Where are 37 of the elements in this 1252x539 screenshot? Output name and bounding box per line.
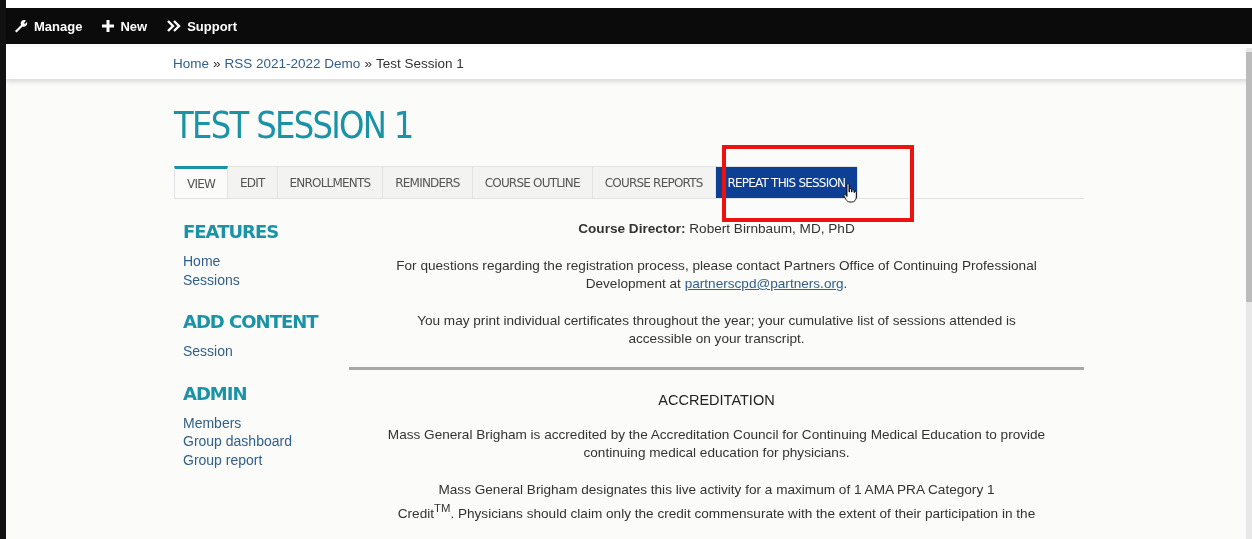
breadcrumb-link[interactable]: Home (173, 55, 209, 71)
sidebar-link[interactable]: Members (183, 413, 313, 432)
tab[interactable]: COURSE REPORTS (592, 166, 716, 198)
hand-cursor-icon (843, 183, 857, 203)
paragraph: You may print individual certificates throughout the year; your cumulative list of sessions attended is accessible on your transcript. (417, 311, 1016, 348)
email-link[interactable]: partnerscpd@partners.org (684, 276, 844, 291)
breadcrumb-text: » (213, 55, 221, 71)
breadcrumb-link[interactable]: RSS 2021-2022 Demo (224, 55, 361, 71)
sidebar-heading: FEATURES (183, 221, 279, 242)
paragraph: Mass General Brigham is accredited by the Accreditation Council for Continuing Medical Education to provide continuing medical education for physicians. (387, 425, 1046, 462)
sidebar-link[interactable]: Session (183, 342, 313, 361)
toolbar-link[interactable]: New (102, 18, 148, 34)
sidebar-link[interactable]: Group report (183, 450, 313, 469)
tab[interactable]: REMINDERS (383, 166, 473, 198)
tab[interactable]: COURSE OUTLINE (472, 166, 593, 198)
double-chevron-icon (167, 20, 182, 32)
tab[interactable]: EDIT (228, 166, 278, 198)
tab[interactable]: VIEW (174, 166, 228, 198)
sidebar-heading: ADMIN (183, 382, 247, 404)
sidebar-link[interactable]: Sessions (183, 270, 313, 289)
plus-icon (102, 20, 115, 32)
tab[interactable]: ENROLLMENTS (277, 166, 384, 198)
wrench-icon (14, 19, 28, 33)
repeat-session-button[interactable]: REPEAT THIS SESSION (715, 166, 859, 198)
sidebar-link[interactable]: Home (183, 252, 313, 271)
sidebar-link[interactable]: Group dashboard (183, 432, 313, 451)
paragraph: Course Director: Robert Birnbaum, MD, PhD (578, 220, 855, 238)
breadcrumb-text: Test Session 1 (375, 55, 464, 71)
sidebar-heading: ADD CONTENT (183, 311, 318, 332)
paragraph: Mass General Brigham designates this live activity for a maximum of 1 AMA PRA Category 1 Credit$^{TM}$. Physicians should claim only the credit commensurate with the extent of their participation in the (397, 480, 1036, 523)
toolbar-link[interactable]: Support (167, 18, 237, 34)
page-title: TEST SESSION 1 (174, 103, 414, 147)
toolbar-link[interactable]: Manage (14, 18, 83, 34)
breadcrumb-text: » (364, 55, 372, 71)
scrollbar-thumb[interactable] (1246, 52, 1252, 302)
paragraph: For questions regarding the registration process, please contact Partners Office of Continuing Professional Development at partnerscpd@partners.org. (396, 256, 1037, 293)
section-heading: ACCREDITATION (658, 391, 775, 408)
